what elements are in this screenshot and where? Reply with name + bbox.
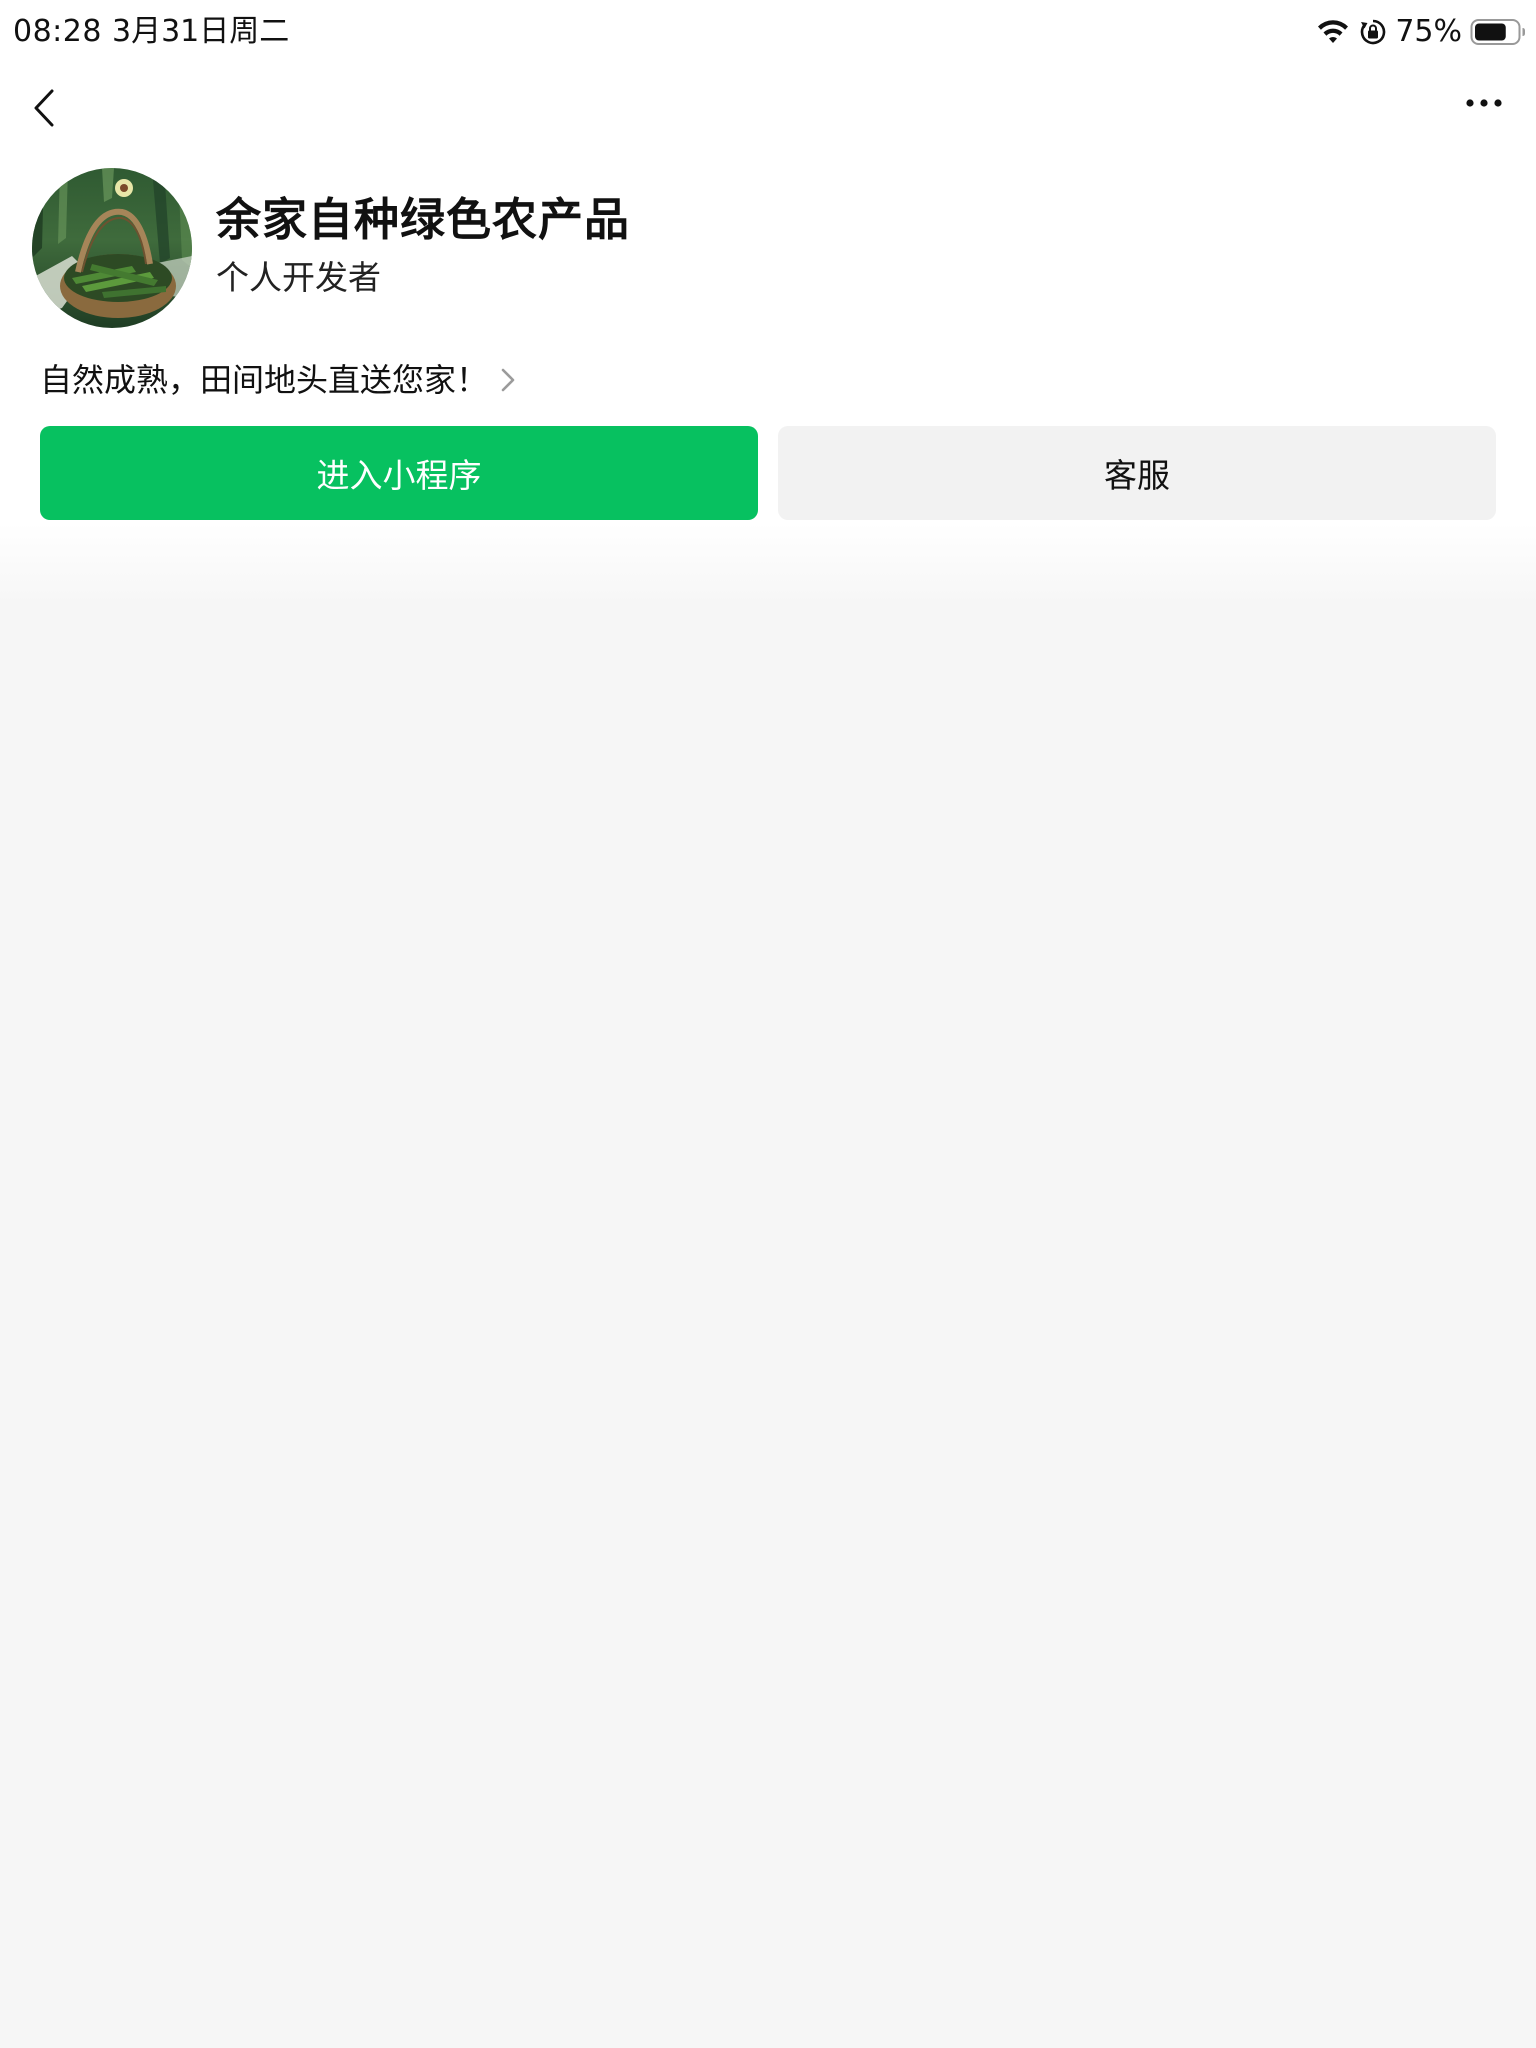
- chevron-right-icon: [501, 368, 515, 392]
- battery-icon: [1470, 19, 1525, 45]
- customer-service-button[interactable]: 客服: [778, 426, 1496, 520]
- description-text: 自然成熟，田间地头直送您家！: [40, 361, 489, 399]
- battery-fill: [1475, 23, 1506, 41]
- app-name: 余家自种绿色农产品: [216, 193, 631, 246]
- ellipsis-icon: [1466, 99, 1502, 107]
- description-row[interactable]: 自然成熟，田间地头直送您家！: [40, 356, 516, 404]
- chevron-left-icon: [34, 89, 54, 127]
- wifi-icon: [1318, 20, 1349, 43]
- status-bar: 08:28 3月31日周二 75%: [0, 0, 1536, 64]
- enter-miniprogram-button[interactable]: 进入小程序: [40, 426, 758, 520]
- status-time: 08:28: [13, 14, 102, 49]
- back-button[interactable]: [22, 80, 66, 136]
- status-date: 3月31日周二: [112, 14, 290, 49]
- developer-type: 个人开发者: [216, 258, 381, 297]
- header-fade: [0, 524, 1536, 604]
- status-indicators: 75%: [1317, 14, 1526, 50]
- okra-basket-avatar: [32, 168, 192, 328]
- avatar: [32, 168, 192, 328]
- battery-percent: 75%: [1395, 14, 1462, 49]
- more-button[interactable]: [1462, 88, 1506, 118]
- orientation-lock-icon: [1361, 19, 1386, 45]
